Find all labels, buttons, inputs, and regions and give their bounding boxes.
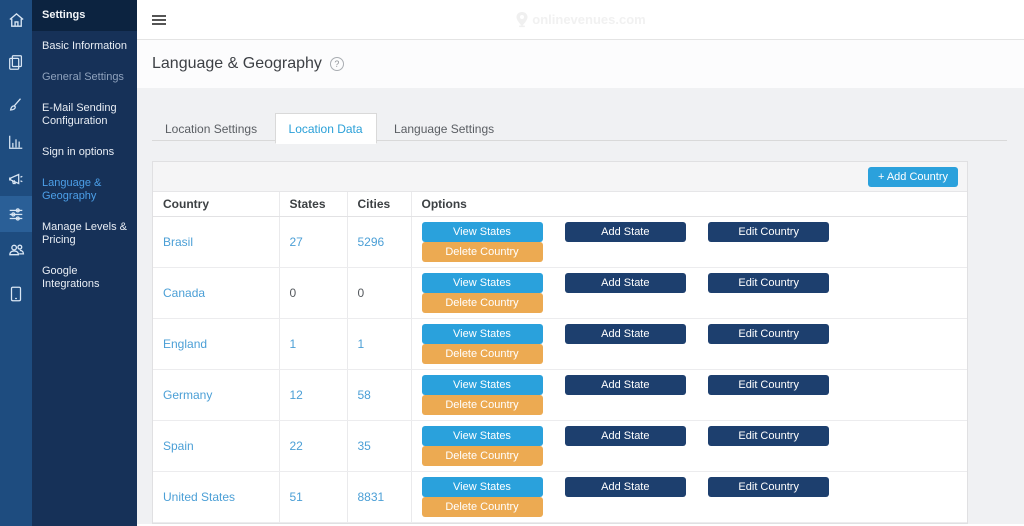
delete-country-button[interactable]: Delete Country (422, 293, 543, 313)
sidebar-icon-rail (0, 0, 32, 526)
view-states-button[interactable]: View States (422, 426, 543, 446)
cities-count-link[interactable]: 5296 (358, 235, 385, 249)
view-states-button[interactable]: View States (422, 477, 543, 497)
page-title: Language & Geography (152, 55, 322, 73)
title-bar: Language & Geography ? (137, 40, 1024, 88)
sidebar: Settings Basic Information General Setti… (0, 0, 137, 526)
table-row: Canada 0 0 View States Add State Edit Co… (153, 268, 967, 319)
sidebar-item-general-settings[interactable]: General Settings (32, 62, 137, 93)
megaphone-icon[interactable] (0, 161, 32, 197)
brand-watermark: onlinevenues.com (137, 0, 1024, 39)
add-state-button[interactable]: Add State (565, 477, 686, 497)
hamburger-menu-icon[interactable] (152, 13, 166, 27)
edit-country-button[interactable]: Edit Country (708, 375, 829, 395)
app-window: Settings Basic Information General Setti… (0, 0, 1024, 526)
brush-icon[interactable] (0, 87, 32, 123)
sidebar-item-language-geography[interactable]: Language & Geography (32, 168, 137, 212)
content-area: Location Settings Location Data Language… (137, 88, 1024, 524)
table-row: England 1 1 View States Add State Edit C… (153, 319, 967, 370)
table-row: Brasil 27 5296 View States Add State Edi… (153, 217, 967, 268)
tab-language-settings[interactable]: Language Settings (381, 114, 507, 143)
cities-count-link[interactable]: 8831 (358, 490, 385, 504)
column-header-cities: Cities (347, 192, 411, 217)
states-count-link[interactable]: 51 (290, 490, 303, 504)
view-states-button[interactable]: View States (422, 273, 543, 293)
sidebar-item-google-integrations[interactable]: Google Integrations (32, 256, 137, 300)
states-count-link[interactable]: 27 (290, 235, 303, 249)
country-link[interactable]: Canada (163, 286, 205, 300)
country-link[interactable]: England (163, 337, 207, 351)
delete-country-button[interactable]: Delete Country (422, 242, 543, 262)
states-count: 0 (290, 286, 297, 300)
add-state-button[interactable]: Add State (565, 426, 686, 446)
view-states-button[interactable]: View States (422, 222, 543, 242)
delete-country-button[interactable]: Delete Country (422, 446, 543, 466)
panel-toolbar: + Add Country (153, 162, 967, 192)
brand-text: onlinevenues.com (532, 12, 645, 27)
column-header-options: Options (411, 192, 967, 217)
add-country-button[interactable]: + Add Country (868, 167, 958, 187)
tab-location-settings[interactable]: Location Settings (152, 114, 270, 143)
country-link[interactable]: Brasil (163, 235, 193, 249)
view-states-button[interactable]: View States (422, 324, 543, 344)
tab-location-data[interactable]: Location Data (275, 113, 377, 144)
edit-country-button[interactable]: Edit Country (708, 222, 829, 242)
main-area: onlinevenues.com Language & Geography ? … (137, 0, 1024, 526)
states-count-link[interactable]: 22 (290, 439, 303, 453)
table-row: United States 51 8831 View States Add St… (153, 472, 967, 523)
cities-count-link[interactable]: 35 (358, 439, 371, 453)
delete-country-button[interactable]: Delete Country (422, 497, 543, 517)
add-state-button[interactable]: Add State (565, 222, 686, 242)
sidebar-header: Settings (32, 0, 137, 31)
countries-table: Country States Cities Options Brasil 27 … (153, 192, 967, 523)
table-row: Germany 12 58 View States Add State Edit… (153, 370, 967, 421)
cities-count: 0 (358, 286, 365, 300)
map-pin-icon (515, 12, 529, 28)
tab-bar: Location Settings Location Data Language… (152, 112, 1007, 141)
table-header-row: Country States Cities Options (153, 192, 967, 217)
edit-country-button[interactable]: Edit Country (708, 477, 829, 497)
help-icon[interactable]: ? (330, 57, 344, 71)
location-data-panel: + Add Country Country States Cities Opti… (152, 161, 968, 524)
add-state-button[interactable]: Add State (565, 273, 686, 293)
delete-country-button[interactable]: Delete Country (422, 344, 543, 364)
sliders-icon[interactable] (0, 196, 32, 232)
edit-country-button[interactable]: Edit Country (708, 273, 829, 293)
country-link[interactable]: United States (163, 490, 235, 504)
phone-icon[interactable] (0, 276, 32, 312)
bar-chart-icon[interactable] (0, 124, 32, 160)
edit-country-button[interactable]: Edit Country (708, 426, 829, 446)
home-icon[interactable] (0, 2, 32, 38)
sidebar-item-basic-information[interactable]: Basic Information (32, 31, 137, 62)
cities-count-link[interactable]: 58 (358, 388, 371, 402)
cities-count-link[interactable]: 1 (358, 337, 365, 351)
edit-country-button[interactable]: Edit Country (708, 324, 829, 344)
column-header-states: States (279, 192, 347, 217)
add-state-button[interactable]: Add State (565, 324, 686, 344)
sidebar-item-manage-levels-pricing[interactable]: Manage Levels & Pricing (32, 212, 137, 256)
sidebar-item-sign-in-options[interactable]: Sign in options (32, 137, 137, 168)
column-header-country: Country (153, 192, 279, 217)
states-count-link[interactable]: 12 (290, 388, 303, 402)
sidebar-item-email-sending-configuration[interactable]: E-Mail Sending Configuration (32, 93, 137, 137)
table-row: Spain 22 35 View States Add State Edit C… (153, 421, 967, 472)
pages-icon[interactable] (0, 44, 32, 80)
delete-country-button[interactable]: Delete Country (422, 395, 543, 415)
sidebar-menu: Settings Basic Information General Setti… (32, 0, 137, 526)
view-states-button[interactable]: View States (422, 375, 543, 395)
states-count-link[interactable]: 1 (290, 337, 297, 351)
users-icon[interactable] (0, 231, 32, 267)
add-state-button[interactable]: Add State (565, 375, 686, 395)
country-link[interactable]: Germany (163, 388, 212, 402)
country-link[interactable]: Spain (163, 439, 194, 453)
topbar: onlinevenues.com (137, 0, 1024, 40)
